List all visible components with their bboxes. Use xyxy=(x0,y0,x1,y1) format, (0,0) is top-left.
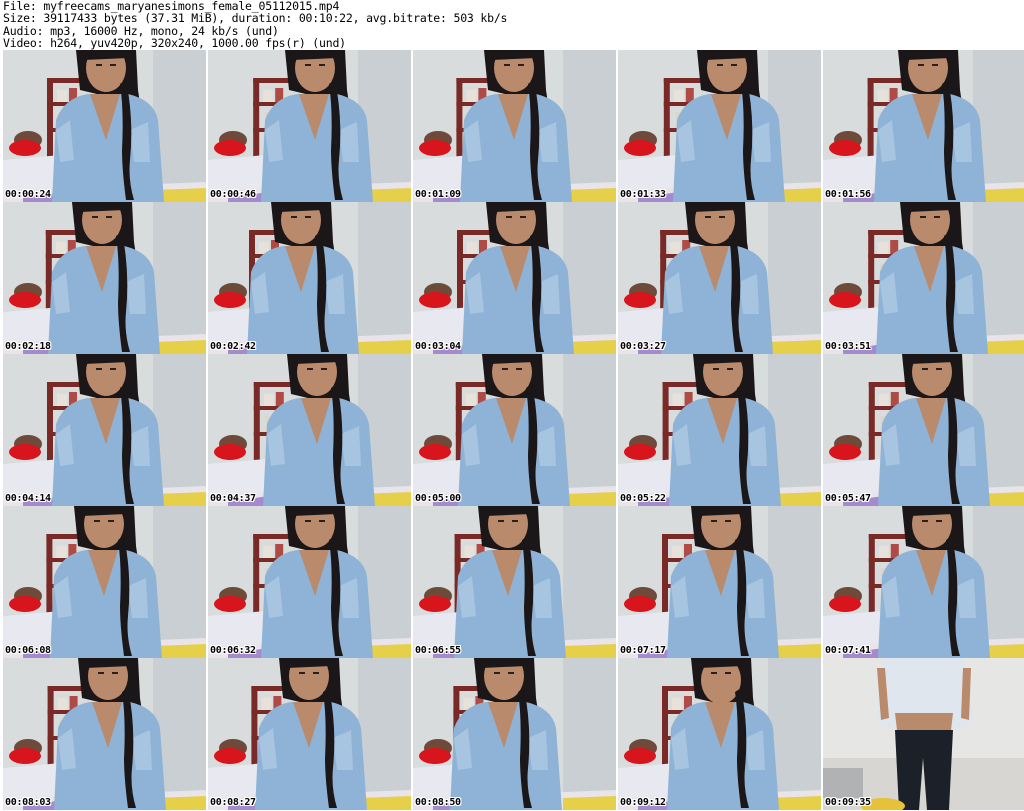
frame-image xyxy=(208,658,411,810)
video-frame-thumbnail: 00:03:51 xyxy=(823,202,1024,354)
frame-image xyxy=(208,354,411,506)
frame-image xyxy=(208,202,411,354)
video-frame-thumbnail: 00:05:22 xyxy=(618,354,821,506)
video-info-line: Video: h264, yuv420p, 320x240, 1000.00 f… xyxy=(3,35,346,50)
video-frame-thumbnail: 00:04:14 xyxy=(3,354,206,506)
video-frame-thumbnail: 00:00:24 xyxy=(3,50,206,202)
frame-timestamp: 00:03:04 xyxy=(415,341,461,352)
frame-image xyxy=(413,658,616,810)
video-frame-thumbnail: 00:02:18 xyxy=(3,202,206,354)
frame-timestamp: 00:06:55 xyxy=(415,645,461,656)
frame-image xyxy=(618,506,821,658)
video-frame-thumbnail: 00:02:42 xyxy=(208,202,411,354)
frame-timestamp: 00:04:37 xyxy=(210,493,256,504)
frame-timestamp: 00:02:42 xyxy=(210,341,256,352)
frame-timestamp: 00:03:27 xyxy=(620,341,666,352)
frame-timestamp: 00:01:56 xyxy=(825,189,871,200)
frame-image xyxy=(413,202,616,354)
video-frame-thumbnail: 00:03:04 xyxy=(413,202,616,354)
video-frame-thumbnail: 00:07:41 xyxy=(823,506,1024,658)
frame-image xyxy=(3,50,206,202)
video-frame-thumbnail: 00:00:46 xyxy=(208,50,411,202)
frame-image xyxy=(413,354,616,506)
video-frame-thumbnail: 00:08:27 xyxy=(208,658,411,810)
frame-timestamp: 00:05:22 xyxy=(620,493,666,504)
frame-image xyxy=(3,354,206,506)
contact-sheet: File: myfreecams_maryanesimons_female_05… xyxy=(0,0,1024,811)
frame-timestamp: 00:06:08 xyxy=(5,645,51,656)
frame-image xyxy=(413,50,616,202)
media-info-header: File: myfreecams_maryanesimons_female_05… xyxy=(3,0,1021,50)
video-frame-thumbnail: 00:04:37 xyxy=(208,354,411,506)
video-frame-thumbnail: 00:06:32 xyxy=(208,506,411,658)
frame-image xyxy=(618,354,821,506)
frame-image xyxy=(823,506,1024,658)
frame-timestamp: 00:09:12 xyxy=(620,797,666,808)
frame-timestamp: 00:02:18 xyxy=(5,341,51,352)
frame-timestamp: 00:05:47 xyxy=(825,493,871,504)
frame-image xyxy=(618,658,821,810)
frame-timestamp: 00:01:33 xyxy=(620,189,666,200)
video-frame-thumbnail: 00:06:55 xyxy=(413,506,616,658)
frame-timestamp: 00:07:41 xyxy=(825,645,871,656)
frame-timestamp: 00:01:09 xyxy=(415,189,461,200)
frame-image xyxy=(823,354,1024,506)
frame-image xyxy=(618,202,821,354)
frame-timestamp: 00:00:46 xyxy=(210,189,256,200)
video-frame-thumbnail: 00:05:00 xyxy=(413,354,616,506)
video-frame-thumbnail: 00:07:17 xyxy=(618,506,821,658)
video-frame-thumbnail: 00:01:56 xyxy=(823,50,1024,202)
video-frame-thumbnail: 00:09:12 xyxy=(618,658,821,810)
frame-image xyxy=(3,202,206,354)
video-frame-thumbnail: 00:08:03 xyxy=(3,658,206,810)
video-frame-thumbnail: 00:09:35 xyxy=(823,658,1024,810)
video-frame-thumbnail: 00:01:09 xyxy=(413,50,616,202)
frame-timestamp: 00:00:24 xyxy=(5,189,51,200)
video-frame-thumbnail: 00:05:47 xyxy=(823,354,1024,506)
frame-timestamp: 00:08:27 xyxy=(210,797,256,808)
frame-timestamp: 00:07:17 xyxy=(620,645,666,656)
frame-timestamp: 00:03:51 xyxy=(825,341,871,352)
frame-image xyxy=(823,50,1024,202)
frame-image xyxy=(208,506,411,658)
frame-image xyxy=(3,658,206,810)
frame-timestamp: 00:08:50 xyxy=(415,797,461,808)
frame-timestamp: 00:05:00 xyxy=(415,493,461,504)
frame-image xyxy=(3,506,206,658)
frame-timestamp: 00:08:03 xyxy=(5,797,51,808)
frame-timestamp: 00:04:14 xyxy=(5,493,51,504)
video-frame-thumbnail: 00:01:33 xyxy=(618,50,821,202)
frame-image xyxy=(823,202,1024,354)
frame-image xyxy=(618,50,821,202)
frame-image xyxy=(208,50,411,202)
video-frame-thumbnail: 00:03:27 xyxy=(618,202,821,354)
frame-timestamp: 00:06:32 xyxy=(210,645,256,656)
frame-timestamp: 00:09:35 xyxy=(825,797,871,808)
frame-image xyxy=(413,506,616,658)
frame-image xyxy=(823,658,1024,810)
video-frame-thumbnail: 00:08:50 xyxy=(413,658,616,810)
file-size-line: Size: 39117433 bytes (37.31 MiB), durati… xyxy=(3,11,508,26)
thumbnail-grid: 00:00:24 00:00:46 00:01:09 00:01:33 00:01:56… xyxy=(0,50,1024,811)
video-frame-thumbnail: 00:06:08 xyxy=(3,506,206,658)
